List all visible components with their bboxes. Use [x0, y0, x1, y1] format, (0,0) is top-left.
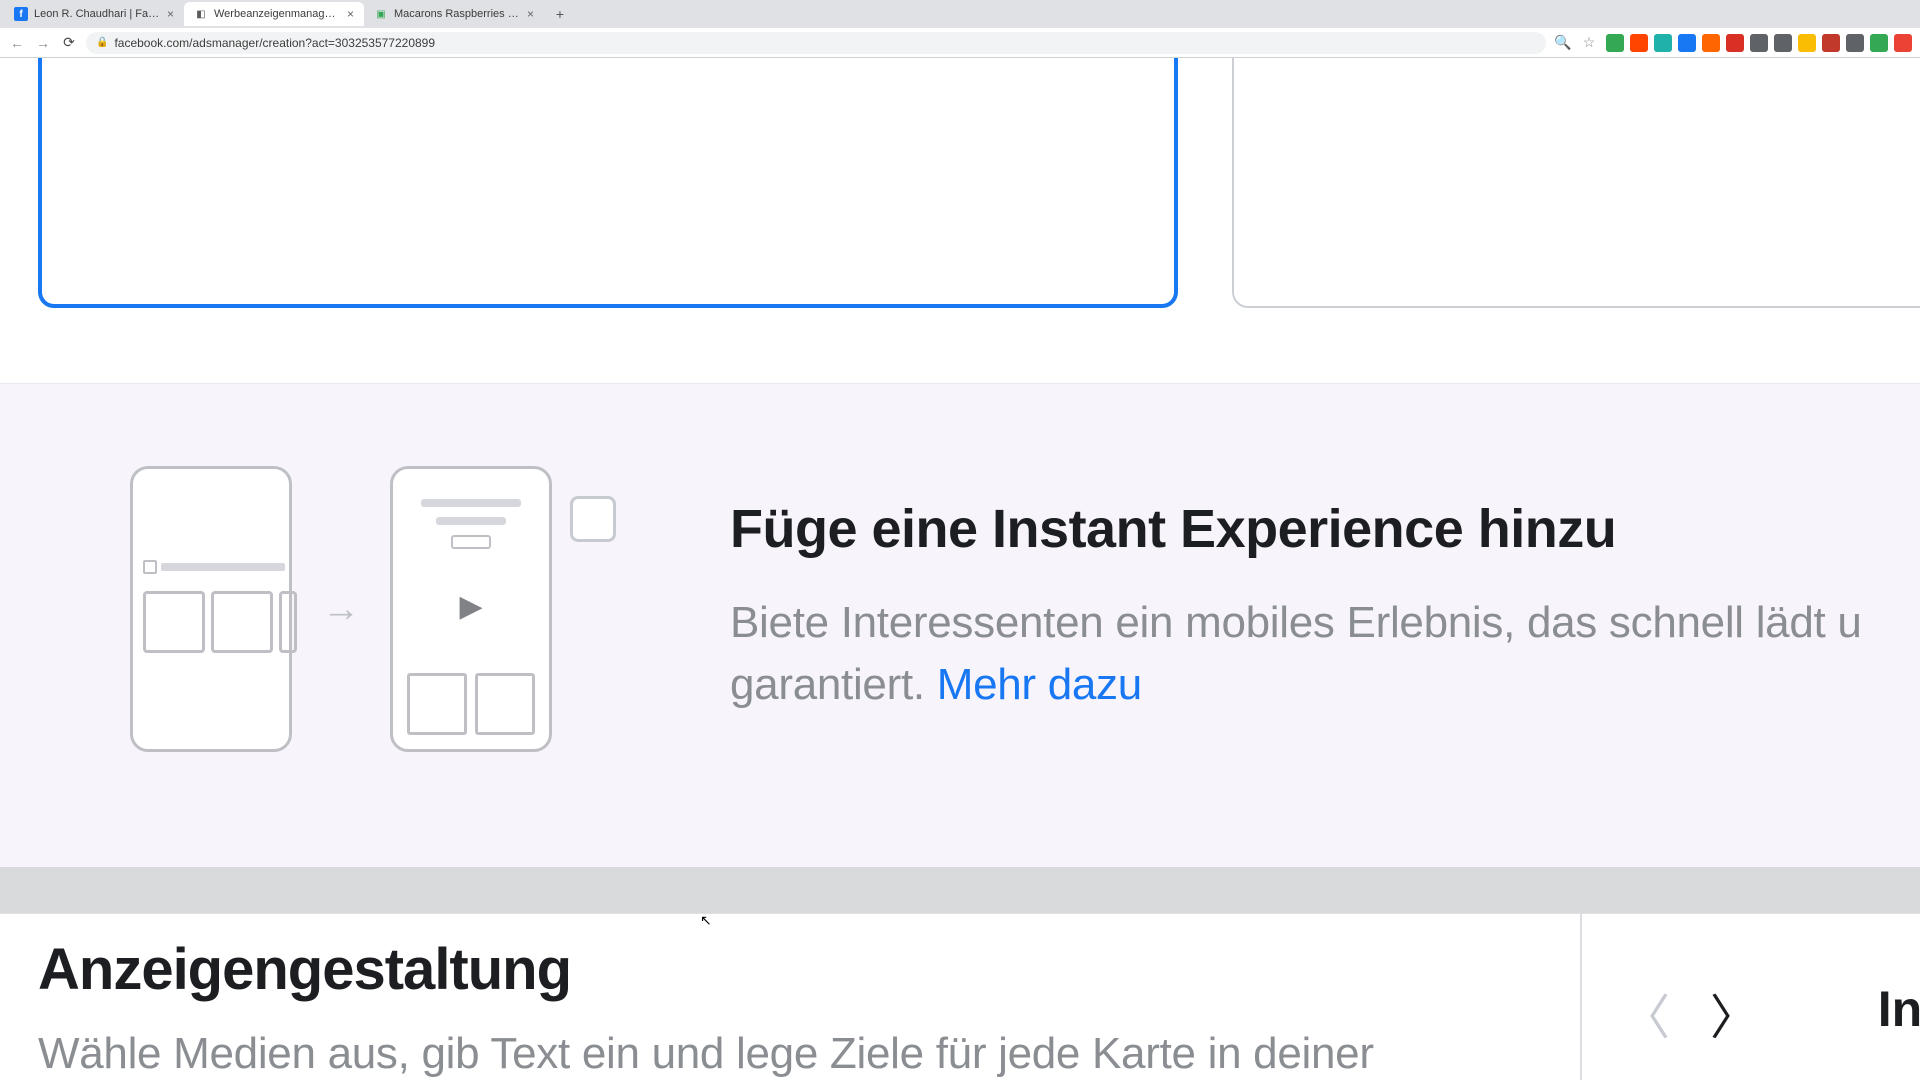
extension-icon-5[interactable] [1726, 34, 1744, 52]
toolbar-right: 🔍 ☆ [1554, 34, 1912, 52]
reload-button[interactable]: ⟳ [60, 34, 78, 52]
tab-title: Macarons Raspberries Pastrie [394, 8, 521, 20]
extension-icon-7[interactable] [1774, 34, 1792, 52]
format-card-selected[interactable] [38, 58, 1178, 308]
arrow-right-icon: → [322, 588, 360, 631]
close-icon[interactable]: × [167, 7, 174, 21]
extension-icon-12[interactable] [1894, 34, 1912, 52]
play-icon: ▶ [459, 589, 482, 624]
instant-experience-checkbox[interactable] [570, 496, 616, 542]
tab-facebook[interactable]: f Leon R. Chaudhari | Facebook × [4, 2, 184, 26]
image-favicon: ▣ [374, 7, 388, 21]
instant-experience-text: Füge eine Instant Experience hinzu Biete… [730, 498, 1920, 715]
extension-icon-10[interactable] [1846, 34, 1864, 52]
page-viewport: mehreren Bil → ▶ Füge eine Instant Exper… [0, 58, 1920, 1080]
lock-icon: 🔒 [96, 37, 108, 48]
instant-experience-section: → ▶ Füge eine Instant Experience hinzu B… [0, 383, 1920, 868]
url-field[interactable]: 🔒 facebook.com/adsmanager/creation?act=3… [86, 32, 1546, 54]
tab-title: Leon R. Chaudhari | Facebook [34, 8, 161, 20]
format-card-row: mehreren Bil [0, 58, 1920, 313]
instant-experience-description: Biete Interessenten ein mobiles Erlebnis… [730, 592, 1920, 715]
preview-label: Ins [1878, 980, 1920, 1038]
preview-carousel-nav: 〈 〉 Ins [1580, 914, 1920, 1080]
chevron-right-icon[interactable]: 〉 [1710, 978, 1758, 1048]
phone-feed-icon [130, 466, 292, 752]
new-tab-button[interactable]: + [550, 4, 570, 24]
forward-button[interactable]: → [34, 34, 52, 52]
chevron-left-icon[interactable]: 〈 [1622, 978, 1670, 1048]
extension-icon-11[interactable] [1870, 34, 1888, 52]
instant-experience-title: Füge eine Instant Experience hinzu [730, 498, 1616, 560]
extension-icon-8[interactable] [1798, 34, 1816, 52]
facebook-favicon: f [14, 7, 28, 21]
tab-adsmanager[interactable]: ◧ Werbeanzeigenmanager - Cre × [184, 2, 364, 26]
close-icon[interactable]: × [347, 7, 354, 21]
extension-icon-2[interactable] [1654, 34, 1672, 52]
back-button[interactable]: ← [8, 34, 26, 52]
extension-icon-0[interactable] [1606, 34, 1624, 52]
phone-experience-icon: ▶ [390, 466, 552, 752]
star-icon[interactable]: ☆ [1580, 34, 1598, 52]
url-text: facebook.com/adsmanager/creation?act=303… [114, 36, 435, 50]
instant-experience-illustration: → ▶ [130, 466, 552, 752]
instant-experience-learn-more-link[interactable]: Mehr dazu [937, 660, 1142, 709]
extension-icon-4[interactable] [1702, 34, 1720, 52]
extension-icon-6[interactable] [1750, 34, 1768, 52]
extension-icon-1[interactable] [1630, 34, 1648, 52]
browser-chrome: f Leon R. Chaudhari | Facebook × ◧ Werbe… [0, 0, 1920, 58]
zoom-icon[interactable]: 🔍 [1554, 34, 1572, 52]
tab-macarons[interactable]: ▣ Macarons Raspberries Pastrie × [364, 2, 544, 26]
extension-icon-9[interactable] [1822, 34, 1840, 52]
adsmanager-favicon: ◧ [194, 7, 208, 21]
close-icon[interactable]: × [527, 7, 534, 21]
extension-icon-3[interactable] [1678, 34, 1696, 52]
section-divider [0, 868, 1920, 914]
omnibar: ← → ⟳ 🔒 facebook.com/adsmanager/creation… [0, 28, 1920, 58]
tab-title: Werbeanzeigenmanager - Cre [214, 8, 341, 20]
tab-strip: f Leon R. Chaudhari | Facebook × ◧ Werbe… [0, 0, 1920, 28]
format-card-other[interactable]: mehreren Bil [1232, 58, 1920, 308]
